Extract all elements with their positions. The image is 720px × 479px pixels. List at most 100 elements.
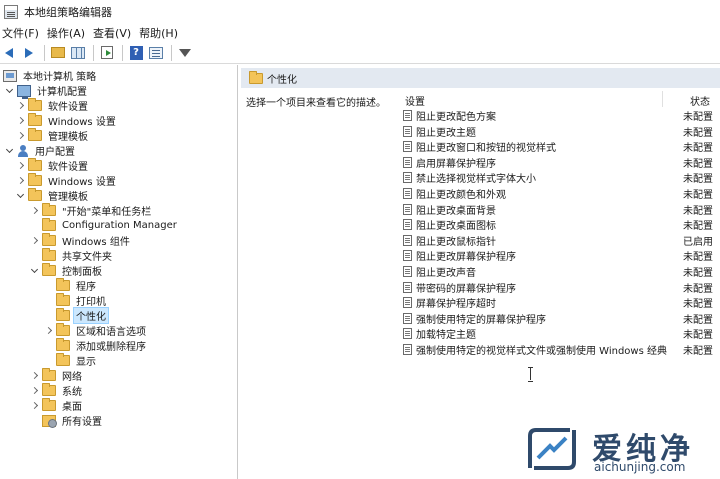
help-icon: ? [129,45,143,60]
up-one-level-button[interactable] [49,44,67,62]
policy-setting-row[interactable]: 阻止更改颜色和外观 未配置 [403,186,720,201]
policy-setting-state: 未配置 [683,268,713,279]
policy-setting-name: 带密码的屏幕保护程序 [416,283,516,295]
folder-icon [56,278,70,291]
policy-setting-state: 未配置 [683,127,713,139]
chevron-right-icon[interactable] [29,371,39,381]
tree-item-start-menu-taskbar[interactable]: "开始"菜单和任务栏 [29,203,153,218]
policy-setting-row[interactable]: 阻止更改配色方案 未配置 [403,108,720,123]
tree-item-programs[interactable]: 程序 [43,278,98,293]
tree-item-windows-components[interactable]: Windows 组件 [29,233,132,248]
tree-item-printers[interactable]: 打印机 [43,293,108,308]
policy-setting-row[interactable]: 阻止更改桌面图标 未配置 [403,217,720,232]
column-header-setting[interactable]: 设置 [405,93,425,108]
tree-item-user-admin-templates[interactable]: 管理模板 [15,188,90,203]
policy-setting-row[interactable]: 强制使用特定的视觉样式文件或强制使用 Windows 经典 未配置 [403,342,720,357]
all-settings-icon [42,414,57,428]
menu-action[interactable]: 操作(A) [45,25,91,41]
tree-item-add-remove-programs[interactable]: 添加或删除程序 [43,338,148,353]
user-icon [17,144,29,157]
chevron-right-icon[interactable] [29,401,39,411]
menu-file[interactable]: 文件(F) [0,25,45,41]
policy-setting-row[interactable]: 带密码的屏幕保护程序 未配置 [403,280,720,295]
show-hide-tree-button[interactable] [69,44,87,62]
column-header-state[interactable]: 状态 [690,93,710,108]
policy-setting-row[interactable]: 阻止更改声音 未配置 [403,264,720,279]
tree-item-user-windows-settings[interactable]: Windows 设置 [15,173,118,188]
tree-item-system[interactable]: 系统 [29,383,84,398]
tree-item-desktop[interactable]: 桌面 [29,398,84,413]
chevron-down-icon[interactable] [29,266,39,276]
tree-item-windows-settings[interactable]: Windows 设置 [15,113,118,128]
tree-item-network[interactable]: 网络 [29,368,84,383]
tree-item-control-panel[interactable]: 控制面板 [29,263,104,278]
policy-setting-icon [403,219,412,231]
watermark-logo: 爱纯净 aichunjing.com [524,422,720,479]
policy-setting-row[interactable]: 禁止选择视觉样式字体大小 未配置 [403,170,720,185]
help-button[interactable]: ? [127,44,145,62]
chevron-right-icon[interactable] [29,236,39,246]
back-button[interactable] [0,44,18,62]
chevron-right-icon[interactable] [15,161,25,171]
chevron-down-icon[interactable] [15,191,25,201]
policy-setting-row[interactable]: 强制使用特定的屏幕保护程序 未配置 [403,311,720,326]
menu-view[interactable]: 查看(V) [91,25,137,41]
policy-setting-name: 阻止更改颜色和外观 [416,190,506,201]
forward-arrow-icon [25,47,33,58]
tree-item-software-settings[interactable]: 软件设置 [15,98,90,113]
tree-item-shared-folders[interactable]: 共享文件夹 [29,248,114,263]
properties-button[interactable] [147,44,165,62]
chevron-right-icon[interactable] [15,101,25,111]
tree-item-computer-config[interactable]: 计算机配置 [4,83,89,99]
policy-setting-name: 强制使用特定的视觉样式文件或强制使用 Windows 经典 [416,346,667,357]
description-text: 选择一个项目来查看它的描述。 [246,98,386,109]
chevron-right-icon[interactable] [15,131,25,141]
expander-placeholder [43,296,53,306]
policy-setting-icon [403,110,412,121]
tree-item-regional-language[interactable]: 区域和语言选项 [43,323,148,338]
tree-item-personalization[interactable]: 个性化 [43,307,109,324]
policy-setting-row[interactable]: 阻止更改窗口和按钮的视觉样式 未配置 [403,139,720,154]
policy-setting-row[interactable]: 屏幕保护程序超时 未配置 [403,295,720,310]
folder-icon [56,323,70,336]
tree-item-label: 桌面 [62,402,82,413]
policy-setting-name: 阻止更改屏幕保护程序 [416,252,516,264]
policy-setting-state: 未配置 [683,158,713,170]
policy-setting-icon [403,266,412,277]
policy-setting-row[interactable]: 阻止更改屏幕保护程序 未配置 [403,248,720,263]
tree-item-local-policy[interactable]: 本地计算机 策略 [0,68,98,83]
folder-icon [28,128,42,141]
policy-setting-icon [403,250,412,262]
tree-item-admin-templates[interactable]: 管理模板 [15,128,90,143]
tree-item-label: 显示 [76,357,96,368]
tree-item-all-settings[interactable]: 所有设置 [29,413,104,428]
chevron-right-icon[interactable] [29,206,39,216]
tree-item-user-software-settings[interactable]: 软件设置 [15,158,90,173]
chevron-right-icon[interactable] [29,386,39,396]
tree-item-display[interactable]: 显示 [43,353,98,368]
chevron-right-icon[interactable] [43,326,53,336]
tree-item-label: 网络 [62,372,82,383]
tree-item-label: Windows 设置 [48,117,116,128]
policy-setting-row[interactable]: 加载特定主题 未配置 [403,326,720,341]
folder-icon [42,218,56,231]
policy-setting-row[interactable]: 阻止更改桌面背景 未配置 [403,202,720,217]
watermark-icon [528,428,576,470]
column-divider[interactable] [662,91,663,107]
tree-item-configuration-manager[interactable]: Configuration Manager [29,218,179,233]
folder-icon [42,263,56,276]
chevron-down-icon[interactable] [4,146,14,156]
tree-item-user-config[interactable]: 用户配置 [4,143,77,158]
chevron-right-icon[interactable] [15,176,25,186]
policy-setting-row[interactable]: 阻止更改主题 未配置 [403,124,720,139]
forward-button[interactable] [20,44,38,62]
policy-setting-row[interactable]: 阻止更改鼠标指针 已启用 [403,233,720,248]
policy-setting-row[interactable]: 启用屏幕保护程序 未配置 [403,155,720,170]
filter-button[interactable] [176,44,194,62]
chevron-right-icon[interactable] [15,116,25,126]
export-list-button[interactable] [98,44,116,62]
chevron-down-icon[interactable] [4,86,14,96]
expander-placeholder [43,281,53,291]
tree-item-label: "开始"菜单和任务栏 [62,207,152,218]
menu-help[interactable]: 帮助(H) [137,25,184,41]
